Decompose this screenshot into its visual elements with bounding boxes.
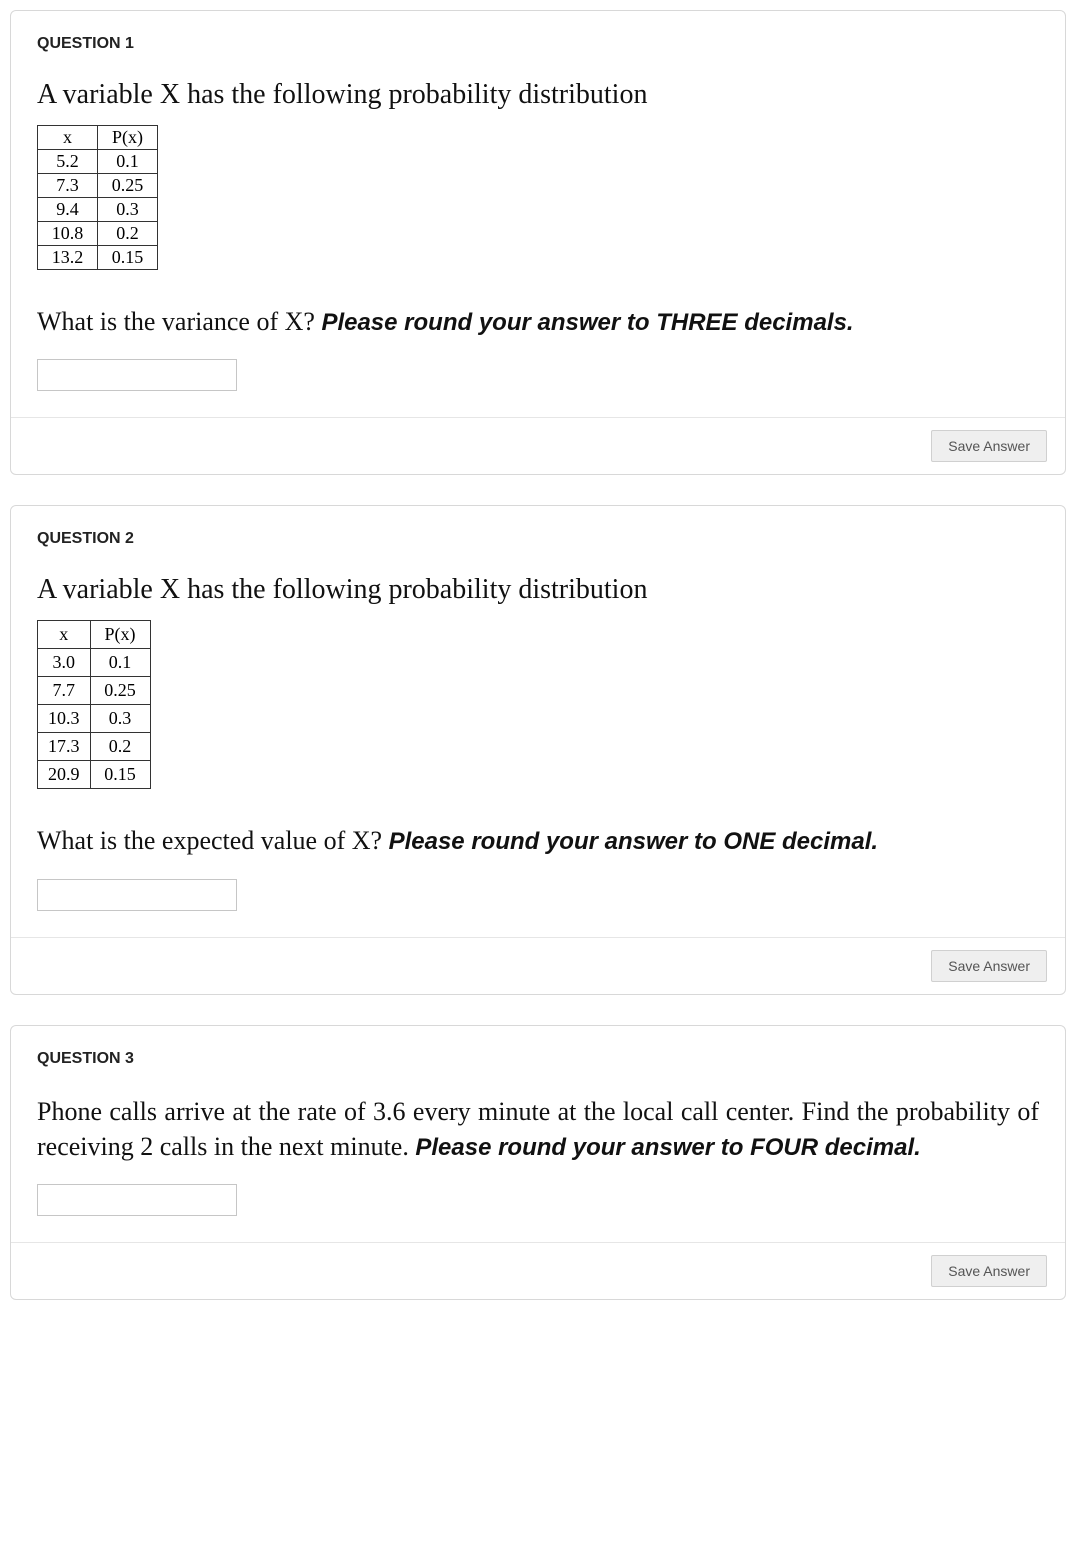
probability-table-1: x P(x) 5.20.1 7.30.25 9.40.3 10.80.2 13.… — [37, 125, 158, 270]
prompt-bold: Please round your answer to FOUR decimal… — [415, 1134, 920, 1161]
probability-table-2: x P(x) 3.00.1 7.70.25 10.30.3 17.30.2 20… — [37, 620, 151, 789]
question-footer: Save Answer — [11, 937, 1065, 994]
table-header-row: x P(x) — [38, 621, 151, 649]
question-title: A variable X has the following probabili… — [37, 79, 1039, 111]
question-body: QUESTION 1 A variable X has the followin… — [11, 11, 1065, 417]
question-title: A variable X has the following probabili… — [37, 574, 1039, 606]
prompt-bold: Please round your answer to THREE decima… — [321, 309, 853, 336]
question-label: QUESTION 3 — [37, 1050, 1039, 1068]
answer-input-1[interactable] — [37, 359, 237, 391]
table-row: 13.20.15 — [38, 246, 158, 270]
table-row: 10.30.3 — [38, 705, 151, 733]
prompt-text: What is the variance of X? — [37, 307, 321, 336]
table-row: 20.90.15 — [38, 761, 151, 789]
question-label: QUESTION 1 — [37, 35, 1039, 53]
save-answer-button[interactable]: Save Answer — [931, 430, 1047, 462]
table-header-row: x P(x) — [38, 126, 158, 150]
table-row: 7.70.25 — [38, 677, 151, 705]
table-row: 7.30.25 — [38, 174, 158, 198]
question-prompt: What is the variance of X? Please round … — [37, 304, 1039, 339]
question-card-3: QUESTION 3 Phone calls arrive at the rat… — [10, 1025, 1066, 1300]
table-row: 10.80.2 — [38, 222, 158, 246]
table-header-px: P(x) — [98, 126, 158, 150]
question-card-1: QUESTION 1 A variable X has the followin… — [10, 10, 1066, 475]
table-header-x: x — [38, 621, 91, 649]
answer-input-3[interactable] — [37, 1184, 237, 1216]
table-row: 17.30.2 — [38, 733, 151, 761]
table-row: 9.40.3 — [38, 198, 158, 222]
question-prompt: Phone calls arrive at the rate of 3.6 ev… — [37, 1094, 1039, 1164]
question-label: QUESTION 2 — [37, 530, 1039, 548]
answer-input-2[interactable] — [37, 879, 237, 911]
save-answer-button[interactable]: Save Answer — [931, 1255, 1047, 1287]
prompt-text: What is the expected value of X? — [37, 826, 389, 855]
table-header-x: x — [38, 126, 98, 150]
question-footer: Save Answer — [11, 417, 1065, 474]
prompt-bold: Please round your answer to ONE decimal. — [389, 828, 878, 855]
table-row: 5.20.1 — [38, 150, 158, 174]
question-prompt: What is the expected value of X? Please … — [37, 823, 1039, 858]
question-card-2: QUESTION 2 A variable X has the followin… — [10, 505, 1066, 994]
table-header-px: P(x) — [90, 621, 150, 649]
question-body: QUESTION 2 A variable X has the followin… — [11, 506, 1065, 936]
table-row: 3.00.1 — [38, 649, 151, 677]
question-body: QUESTION 3 Phone calls arrive at the rat… — [11, 1026, 1065, 1242]
question-footer: Save Answer — [11, 1242, 1065, 1299]
save-answer-button[interactable]: Save Answer — [931, 950, 1047, 982]
